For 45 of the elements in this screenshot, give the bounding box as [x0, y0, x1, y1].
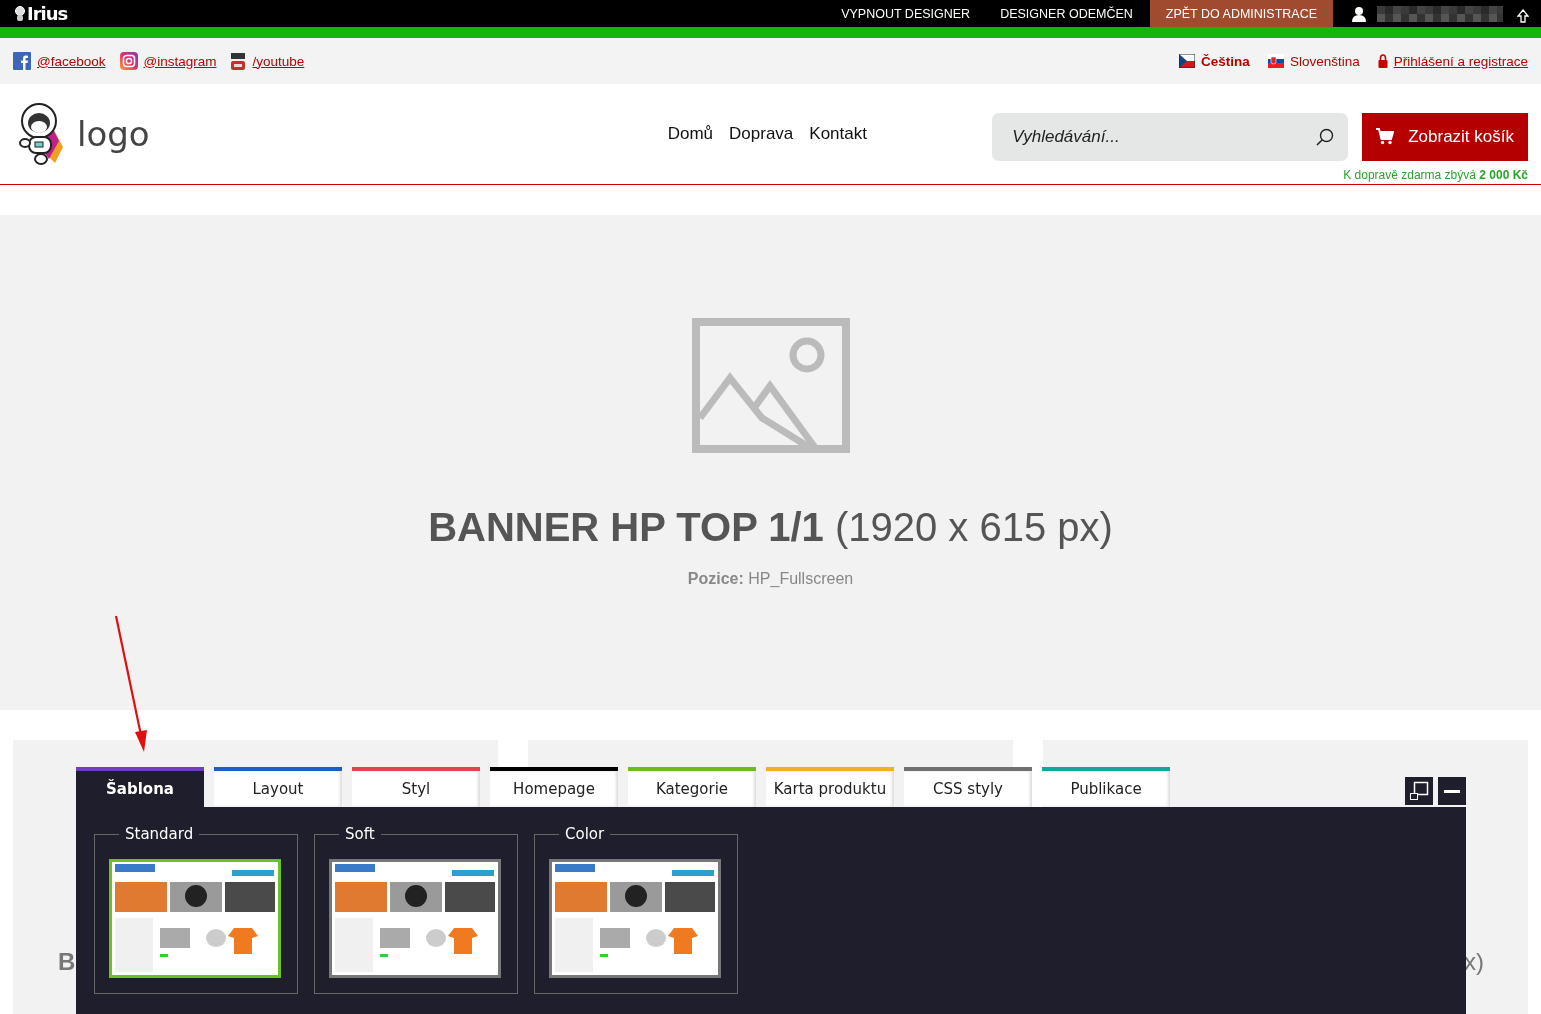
- designer-tab[interactable]: Homepage: [490, 767, 618, 807]
- czech-flag-icon: [1179, 54, 1196, 68]
- designer-tab[interactable]: Kategorie: [628, 767, 756, 807]
- search-icon[interactable]: [1316, 127, 1335, 146]
- language-link[interactable]: Čeština: [1201, 53, 1250, 69]
- admin-link[interactable]: VYPNOUT DESIGNER: [826, 6, 986, 21]
- facebook-icon: [13, 52, 31, 70]
- instagram-icon: [119, 52, 138, 70]
- minimize-icon[interactable]: [1438, 777, 1466, 805]
- template-name: Soft: [344, 825, 376, 843]
- designer-tab[interactable]: Layout: [214, 767, 342, 807]
- admin-button[interactable]: ZPĚT DO ADMINISTRACE: [1149, 0, 1333, 27]
- template-name: Standard: [124, 825, 195, 843]
- nav-link[interactable]: Doprava: [729, 124, 794, 144]
- designer-tab[interactable]: Styl: [352, 767, 480, 807]
- social-link[interactable]: @instagram: [143, 53, 217, 69]
- scroll-up-icon[interactable]: [1517, 8, 1529, 23]
- cart-button[interactable]: Zobrazit košík: [1362, 112, 1528, 161]
- template-name: Color: [564, 825, 606, 843]
- social-link[interactable]: @facebook: [37, 53, 106, 69]
- banner-title: BANNER HP TOP 1/1 (1920 x 615 px): [428, 505, 1113, 550]
- restore-window-icon[interactable]: [1405, 777, 1433, 805]
- admin-logo[interactable]: Irius: [27, 3, 68, 24]
- lock-icon: [1377, 54, 1388, 68]
- nav-link[interactable]: Kontakt: [809, 124, 867, 144]
- youtube-icon: [230, 52, 247, 70]
- admin-link[interactable]: DESIGNER ODEMČEN: [985, 6, 1148, 21]
- language-link[interactable]: Slovenština: [1289, 53, 1360, 69]
- social-link[interactable]: /youtube: [252, 53, 305, 69]
- banner-position: Pozice: HP_Fullscreen: [687, 570, 854, 588]
- slovak-flag-icon: [1267, 54, 1284, 68]
- logo-text[interactable]: logo: [77, 114, 150, 154]
- image-placeholder-icon: [691, 318, 850, 453]
- login-link[interactable]: Přihlášení a registrace: [1393, 53, 1528, 69]
- designer-tab[interactable]: Karta produktu: [766, 767, 894, 807]
- nav-link[interactable]: Domů: [667, 124, 714, 144]
- designer-tab[interactable]: Šablona: [76, 767, 204, 807]
- card-title: x): [1464, 948, 1484, 976]
- search-field[interactable]: Vyhledávání...: [992, 112, 1349, 161]
- designer-tab[interactable]: CSS styly: [904, 767, 1032, 807]
- user-icon[interactable]: [1351, 5, 1367, 22]
- cart-icon: [1376, 128, 1395, 145]
- card-title: B: [58, 948, 76, 976]
- free-shipping-note: K dopravě zdarma zbývá 2 000 Kč: [1343, 167, 1528, 182]
- designer-tab[interactable]: Publikace: [1042, 767, 1170, 807]
